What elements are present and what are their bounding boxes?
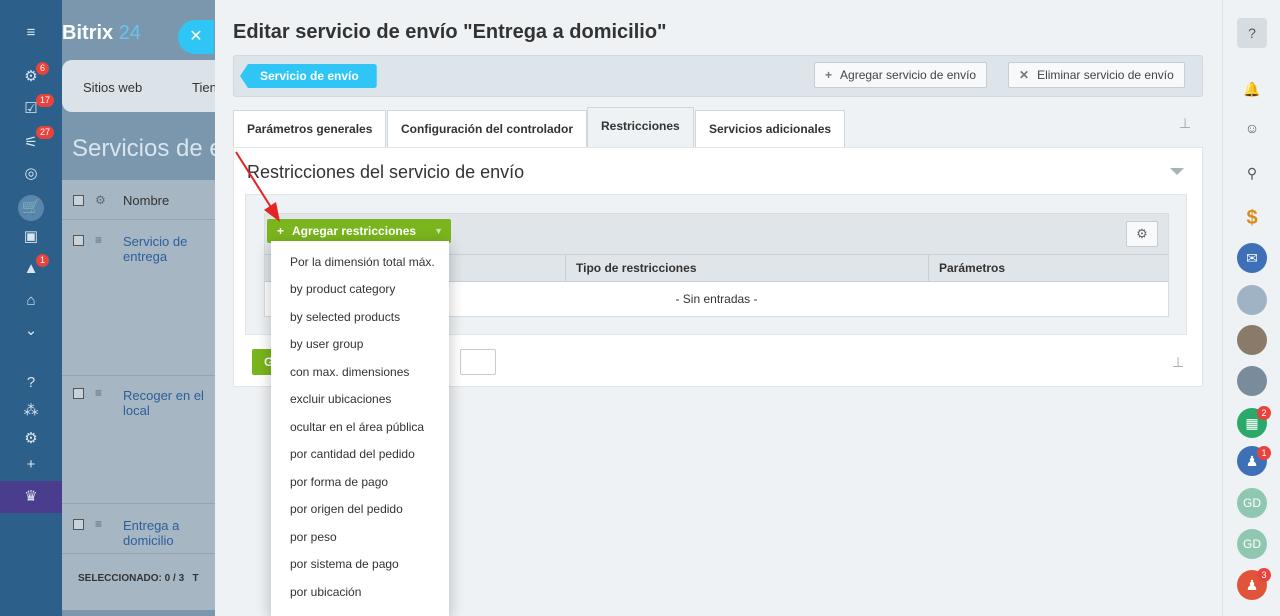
tab-controller[interactable]: Configuración del controlador <box>387 110 588 148</box>
restrictions-dropdown: Por la dimensión total máx. by product c… <box>271 241 449 616</box>
pin-icon-bottom[interactable]: ⊥ <box>1172 354 1184 371</box>
table-row[interactable]: ≡ Entrega a domicilio <box>62 504 220 554</box>
menu-item[interactable]: por cantidad del pedido <box>290 447 415 461</box>
row-menu-icon[interactable]: ≡ <box>95 386 102 400</box>
selected-count: SELECCIONADO: 0 / 3 T <box>78 573 199 584</box>
collapse-icon[interactable] <box>1170 168 1184 175</box>
table-row[interactable]: ≡ Servicio de entrega <box>62 220 220 376</box>
add-restrictions-button[interactable]: + Agregar restricciones ▼ <box>267 219 451 243</box>
tab-bar: Parámetros generales Configuración del c… <box>233 107 1203 148</box>
row-checkbox[interactable] <box>73 388 84 399</box>
grid-settings-gear-icon[interactable]: ⚙ <box>1126 221 1158 247</box>
menu-item[interactable]: by product category <box>290 282 395 296</box>
col-params: Parámetros <box>928 255 1168 282</box>
menu-item[interactable]: by user group <box>290 337 363 351</box>
bell-icon[interactable]: 🔔 <box>1237 74 1267 104</box>
menu-icon[interactable]: ≡ <box>22 24 40 42</box>
chat-icon[interactable]: ☺ <box>1237 113 1267 143</box>
crm-badge: 27 <box>36 126 55 139</box>
tab-sites[interactable]: Sitios web <box>83 80 142 95</box>
row-checkbox[interactable] <box>73 235 84 246</box>
row-checkbox[interactable] <box>73 519 84 530</box>
row-link[interactable]: Recoger en el local <box>123 388 213 418</box>
menu-item[interactable]: por sistema de pago <box>290 557 399 571</box>
tasks-badge: 17 <box>36 94 55 107</box>
menu-item[interactable]: Por la dimensión total máx. <box>290 255 435 269</box>
avatar[interactable] <box>1237 366 1267 396</box>
col-name: Nombre <box>123 193 170 208</box>
service-button[interactable]: Servicio de envío <box>240 64 377 88</box>
menu-item[interactable]: por ubicación <box>290 585 361 599</box>
bg-page-title: Servicios de en <box>72 135 220 162</box>
bg-tab-strip: Sitios web Tien <box>62 60 220 112</box>
plus-icon: + <box>825 68 833 82</box>
select-all-checkbox[interactable] <box>73 195 84 206</box>
structure-icon[interactable]: ⁂ <box>22 402 40 420</box>
robot-badge: 1 <box>36 254 50 267</box>
annotation-arrow <box>235 151 280 222</box>
avatar-initials[interactable]: GD <box>1237 488 1267 518</box>
crown-icon[interactable]: ♛ <box>22 488 40 506</box>
users-badge: 1 <box>1257 446 1271 460</box>
add-icon[interactable]: + <box>22 456 40 474</box>
tab-restrictions[interactable]: Restricciones <box>587 107 694 148</box>
store-icon[interactable]: ⌂ <box>22 292 40 310</box>
row-menu-icon[interactable]: ≡ <box>95 233 102 247</box>
menu-item[interactable]: ocultar en el área pública <box>290 420 424 434</box>
settings-icon[interactable]: ⚙ <box>22 430 40 448</box>
row-menu-icon[interactable]: ≡ <box>95 517 102 531</box>
avatar[interactable] <box>1237 325 1267 355</box>
row-link[interactable]: Entrega a domicilio <box>123 518 213 548</box>
pin-icon[interactable]: ⊥ <box>1179 115 1191 132</box>
tab-extra-services[interactable]: Servicios adicionales <box>695 110 846 148</box>
close-slider-button[interactable]: ✕ <box>178 20 214 54</box>
left-sidebar: ≡ ⚙ 6 ☑ 17 ⚟ 27 ◎ 🛒 ▣ ▲ 1 ⌂ ⌄ ? ⁂ ⚙ + ♛ <box>0 0 62 616</box>
row-link[interactable]: Servicio de entrega <box>123 234 213 264</box>
menu-item[interactable]: excluir ubicaciones <box>290 392 391 406</box>
cart-icon[interactable]: 🛒 <box>18 195 44 221</box>
avatar[interactable] <box>1237 285 1267 315</box>
background-page: Bitrix 24 ✕ Sitios web Tien Servicios de… <box>62 0 220 616</box>
dollar-icon[interactable]: $ <box>1237 203 1267 233</box>
group-chat-icon[interactable]: ✉ <box>1237 243 1267 273</box>
menu-item[interactable]: by selected products <box>290 310 400 324</box>
cancel-button[interactable] <box>460 349 496 375</box>
slider-title: Editar servicio de envío "Entrega a domi… <box>233 21 667 43</box>
col-type: Tipo de restricciones <box>565 255 928 282</box>
menu-item[interactable]: con max. dimensiones <box>290 365 409 379</box>
toolbar: Servicio de envío + Agregar servicio de e… <box>233 55 1203 97</box>
gear-icon[interactable]: ⚙ <box>95 193 106 207</box>
help-icon[interactable]: ? <box>1237 18 1267 48</box>
menu-item[interactable]: por peso <box>290 530 337 544</box>
tab-store[interactable]: Tien <box>192 80 217 95</box>
menu-item[interactable]: por origen del pedido <box>290 502 403 516</box>
contact-card-icon[interactable]: ▣ <box>22 228 40 246</box>
search-icon[interactable]: ⚲ <box>1237 158 1267 188</box>
add-service-button[interactable]: + Agregar servicio de envío <box>814 62 988 88</box>
calendar-badge: 2 <box>1257 406 1271 420</box>
logo: Bitrix 24 <box>62 22 141 44</box>
activity-badge: 6 <box>36 62 50 75</box>
table-row[interactable]: ≡ Recoger en el local <box>62 376 220 504</box>
bg-grid-header: ⚙ Nombre <box>62 180 220 220</box>
bg-grid: ⚙ Nombre ≡ Servicio de entrega ≡ Recoger… <box>62 180 220 610</box>
close-icon: ✕ <box>1019 68 1030 82</box>
crown-panel: ♛ <box>0 481 62 513</box>
help-icon[interactable]: ? <box>22 374 40 392</box>
avatar-initials[interactable]: GD <box>1237 529 1267 559</box>
delete-service-button[interactable]: ✕ Eliminar servicio de envío <box>1008 62 1185 88</box>
target-icon[interactable]: ◎ <box>22 165 40 183</box>
chevron-down-icon: ▼ <box>434 226 443 236</box>
right-sidebar: ? 🔔 ☺ ⚲ $ ✉ ▦ 2 ♟ 1 GD GD ♟ 3 <box>1222 0 1280 616</box>
menu-item[interactable]: por forma de pago <box>290 475 388 489</box>
more-icon[interactable]: ⌄ <box>22 322 40 340</box>
group-badge: 3 <box>1257 568 1271 582</box>
